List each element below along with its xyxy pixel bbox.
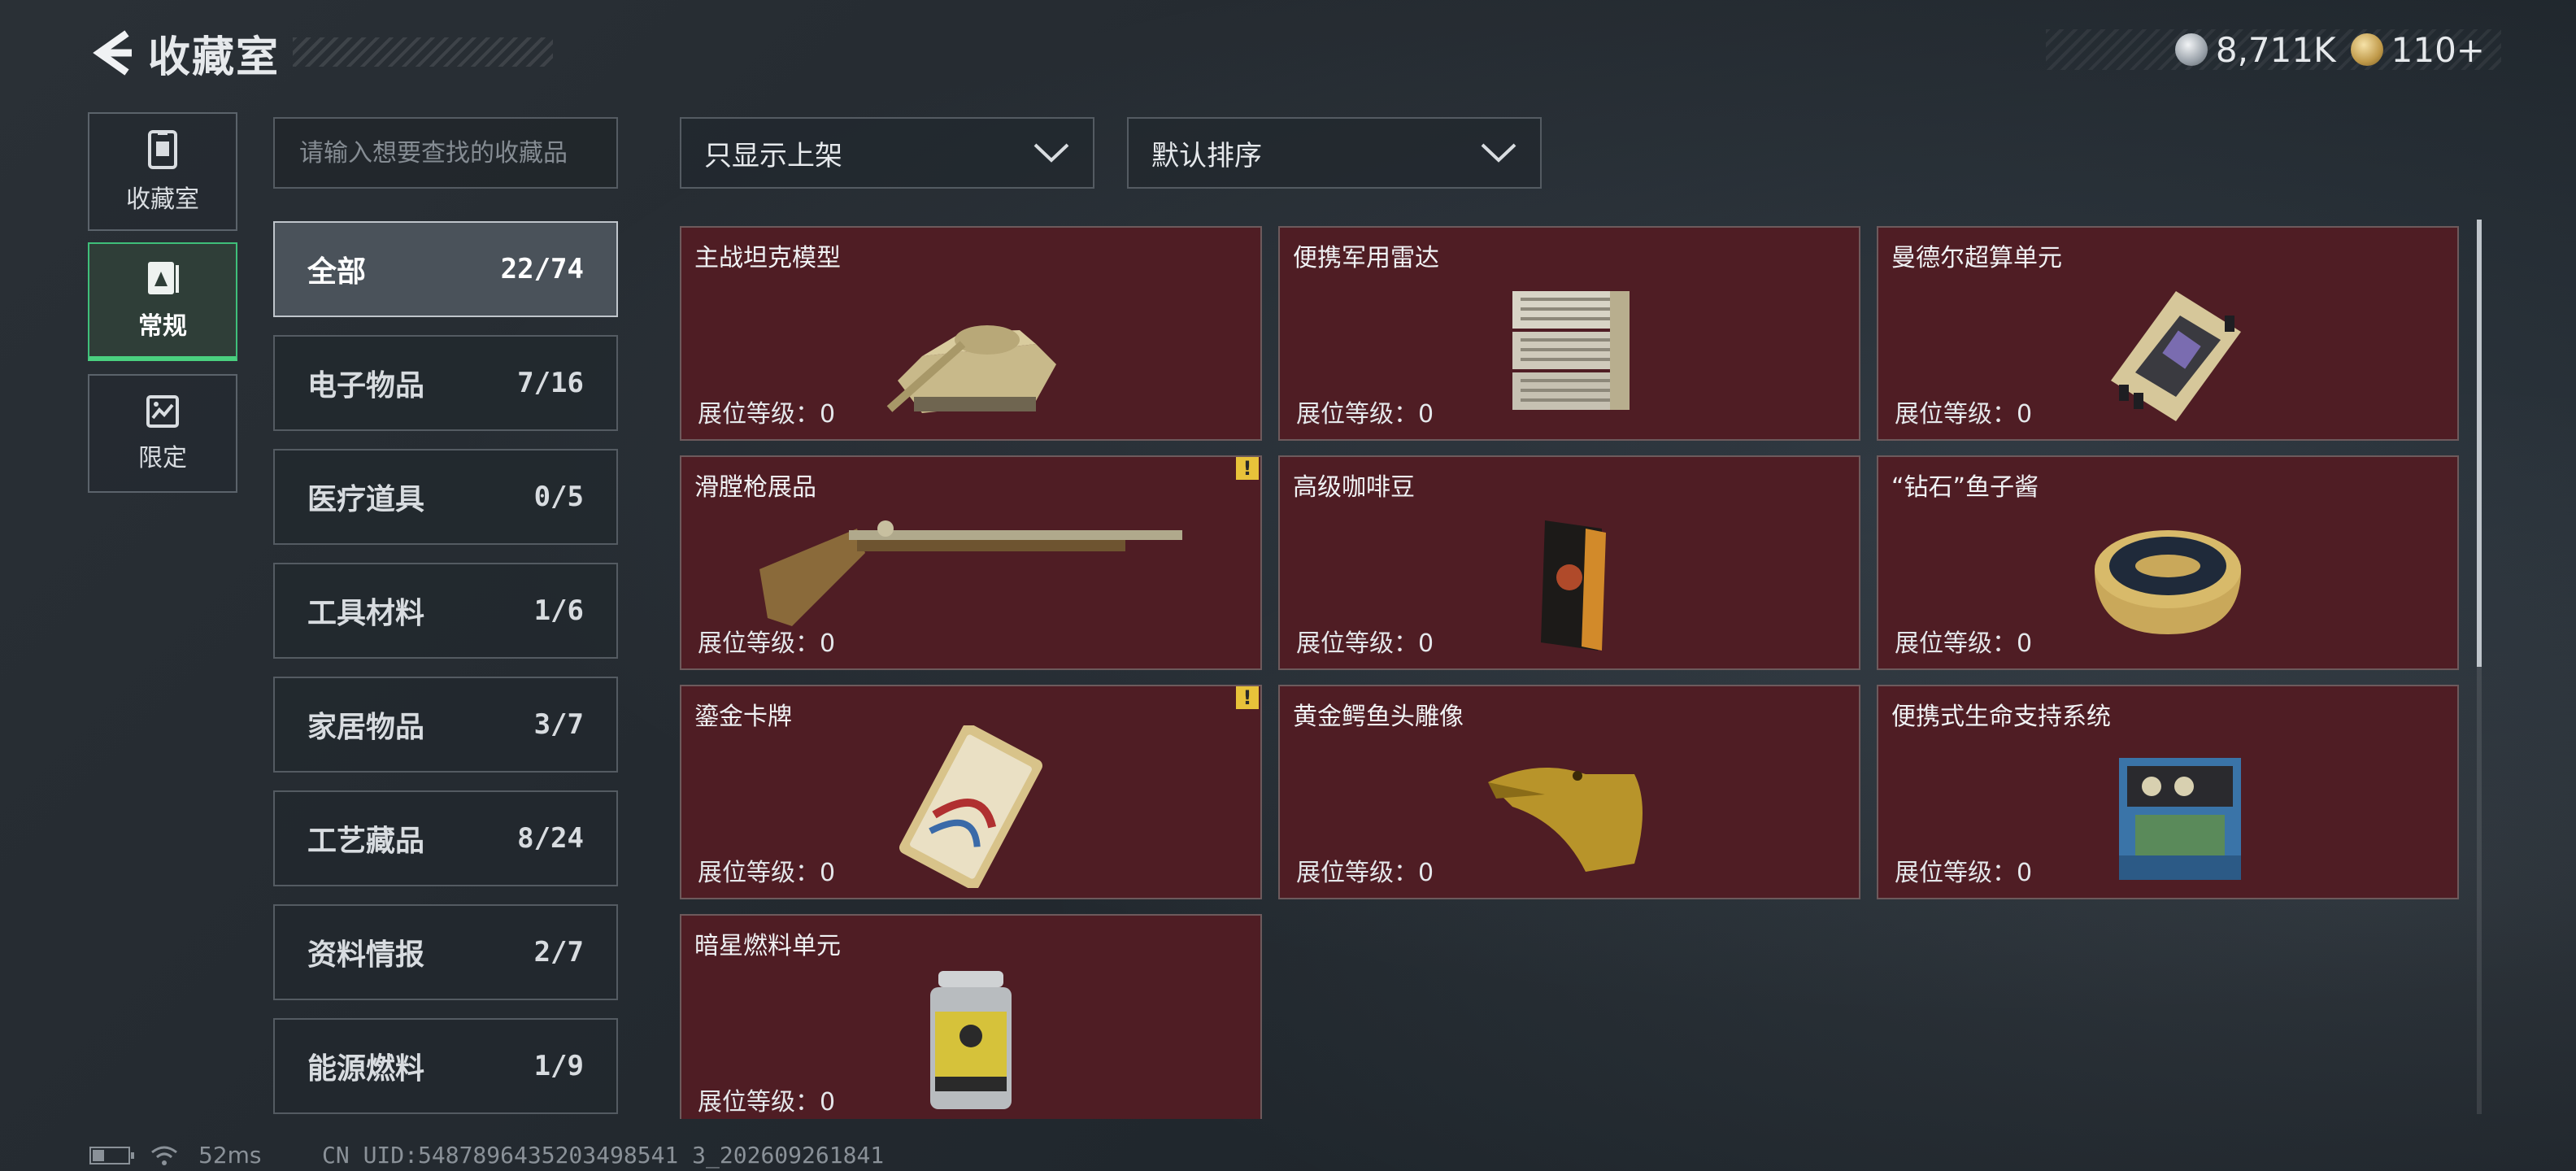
chevron-down-icon	[1033, 143, 1069, 163]
tank-model-icon	[886, 325, 1056, 413]
tab-limited-label: 限定	[138, 444, 187, 472]
currency-bar: 8,711K 110+	[2046, 29, 2501, 70]
booth-level: 展位等级：0	[698, 1088, 836, 1117]
item-card[interactable]: 便携式生命支持系统 展位等级：0	[1877, 685, 2459, 899]
gilded-card-icon	[899, 725, 1042, 888]
category-label: 工艺藏品	[307, 825, 425, 858]
collection-icon	[148, 130, 177, 169]
back-button[interactable]	[88, 24, 137, 81]
collection-grid: 主战坦克模型 展位等级：0 便携军用雷达 展位等级：0 曼德尔超算单元 展位等级…	[680, 226, 2461, 1119]
booth-level: 展位等级：0	[1895, 629, 2033, 658]
category-all[interactable]: 全部 22/74	[273, 221, 618, 317]
category-label: 工具材料	[307, 597, 425, 630]
category-label: 家居物品	[307, 711, 425, 744]
booth-level: 展位等级：0	[1296, 400, 1434, 429]
listed-filter-value: 只显示上架	[704, 139, 842, 172]
category-count: 1/6	[533, 594, 584, 627]
category-tools[interactable]: 工具材料 1/6	[273, 563, 618, 659]
category-label: 能源燃料	[307, 1052, 425, 1086]
category-household[interactable]: 家居物品 3/7	[273, 677, 618, 773]
life-support-icon	[2119, 758, 2241, 880]
category-label: 电子物品	[307, 369, 425, 403]
category-label: 全部	[307, 255, 367, 289]
item-card[interactable]: 滑膛枪展品 ! 展位等级：0	[680, 455, 1262, 670]
category-count: 7/16	[517, 367, 584, 399]
coffee-bag-icon	[1541, 520, 1606, 651]
item-name: 曼德尔超算单元	[1891, 244, 2062, 272]
booth-level: 展位等级：0	[1296, 629, 1434, 658]
scroll-thumb[interactable]	[2477, 220, 2482, 667]
wifi-icon	[151, 1146, 177, 1165]
category-medical[interactable]: 医疗道具 0/5	[273, 449, 618, 545]
booth-level: 展位等级：0	[1895, 859, 2033, 887]
warning-badge: !	[1236, 457, 1259, 480]
status-bar: 52ms	[89, 1142, 262, 1169]
category-electronics[interactable]: 电子物品 7/16	[273, 335, 618, 431]
back-arrow-icon	[93, 30, 132, 76]
sort-value: 默认排序	[1151, 139, 1262, 172]
silver-coin-icon	[2174, 33, 2208, 66]
item-card[interactable]: 主战坦克模型 展位等级：0	[680, 226, 1262, 441]
listed-filter-dropdown[interactable]: 只显示上架	[680, 117, 1094, 189]
silver-amount: 8,711K	[2215, 29, 2336, 70]
item-card[interactable]: 鎏金卡牌 ! 展位等级：0	[680, 685, 1262, 899]
category-count: 8/24	[517, 822, 584, 855]
radar-icon	[1512, 291, 1630, 410]
currency-gold[interactable]: 110+	[2350, 29, 2485, 70]
item-card[interactable]: “钻石”鱼子酱 展位等级：0	[1877, 455, 2459, 670]
tab-regular[interactable]: 常规	[88, 242, 237, 361]
category-count: 1/9	[533, 1050, 584, 1082]
item-name: 黄金鳄鱼头雕像	[1293, 703, 1464, 731]
title-decoration	[293, 37, 553, 67]
booth-level: 展位等级：0	[1895, 400, 2033, 429]
fuel-cell-icon	[930, 971, 1012, 1109]
battery-icon	[89, 1146, 134, 1164]
search-input[interactable]	[273, 117, 618, 189]
tab-collection[interactable]: 收藏室	[88, 112, 237, 231]
header: 收藏室	[88, 24, 281, 82]
tab-limited[interactable]: 限定	[88, 374, 237, 493]
gold-coin-icon	[2350, 33, 2383, 66]
category-count: 3/7	[533, 708, 584, 741]
category-intel[interactable]: 资料情报 2/7	[273, 904, 618, 1000]
user-uid: CN UID:5487896435203498541 3_20260926184…	[322, 1142, 885, 1169]
item-name: 便携军用雷达	[1293, 244, 1439, 272]
limited-icon	[146, 395, 179, 428]
ping-value: 52ms	[198, 1142, 262, 1169]
gold-amount: 110+	[2391, 29, 2485, 70]
item-card[interactable]: 曼德尔超算单元 展位等级：0	[1877, 226, 2459, 441]
category-energy[interactable]: 能源燃料 1/9	[273, 1018, 618, 1114]
item-card[interactable]: 高级咖啡豆 展位等级：0	[1278, 455, 1860, 670]
booth-level: 展位等级：0	[1296, 859, 1434, 887]
item-name: 暗星燃料单元	[694, 932, 841, 960]
item-card[interactable]: 黄金鳄鱼头雕像 展位等级：0	[1278, 685, 1860, 899]
caviar-tin-icon	[2095, 530, 2241, 634]
crocodile-statue-icon	[1488, 768, 1643, 872]
item-card[interactable]: 暗星燃料单元 展位等级：0	[680, 914, 1262, 1119]
booth-level: 展位等级：0	[698, 629, 836, 658]
regular-icon	[148, 262, 179, 294]
warning-badge: !	[1236, 686, 1259, 709]
chevron-down-icon	[1481, 143, 1516, 163]
category-count: 0/5	[533, 481, 584, 513]
item-name: 高级咖啡豆	[1293, 473, 1415, 502]
grid-scrollbar[interactable]	[2477, 220, 2482, 1114]
item-name: 主战坦克模型	[694, 244, 841, 272]
tab-regular-label: 常规	[138, 312, 187, 341]
supercomputer-icon	[2111, 291, 2241, 421]
item-card[interactable]: 便携军用雷达 展位等级：0	[1278, 226, 1860, 441]
category-label: 医疗道具	[307, 483, 425, 516]
item-name: “钻石”鱼子酱	[1891, 473, 2039, 502]
booth-level: 展位等级：0	[698, 859, 836, 887]
category-count: 2/7	[533, 936, 584, 969]
sort-dropdown[interactable]: 默认排序	[1127, 117, 1542, 189]
category-label: 资料情报	[307, 938, 425, 972]
tab-collection-label: 收藏室	[126, 185, 199, 214]
item-name: 鎏金卡牌	[694, 703, 792, 731]
page-title: 收藏室	[148, 33, 281, 82]
category-count: 22/74	[500, 253, 584, 285]
booth-level: 展位等级：0	[698, 400, 836, 429]
category-crafts[interactable]: 工艺藏品 8/24	[273, 790, 618, 886]
currency-silver[interactable]: 8,711K	[2174, 29, 2336, 70]
